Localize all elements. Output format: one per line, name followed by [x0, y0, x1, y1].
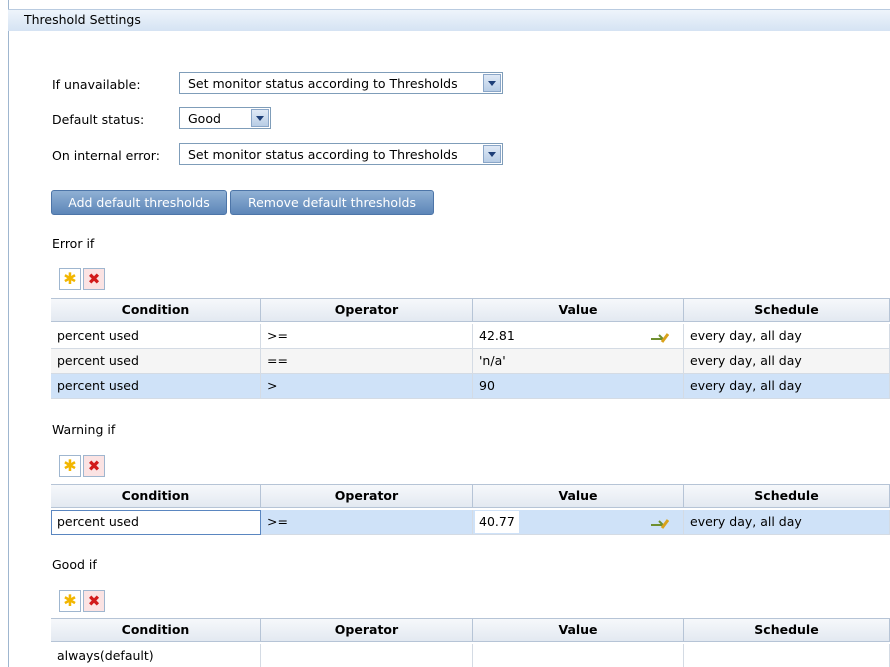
grid-header: Condition Operator Value Schedule	[51, 298, 890, 322]
dropdown-arrow-icon[interactable]	[483, 74, 501, 92]
schedule-cell[interactable]: every day, all day	[684, 374, 890, 399]
value-cell[interactable]: 'n/a'	[473, 349, 684, 374]
internal-error-label: On internal error:	[52, 148, 160, 163]
operator-cell[interactable]: >=	[261, 324, 473, 349]
table-row[interactable]: always(default)	[51, 644, 890, 667]
column-header-value[interactable]: Value	[473, 299, 684, 321]
warning-if-label: Warning if	[52, 422, 116, 437]
table-row[interactable]: percent used == 'n/a' every day, all day	[51, 349, 890, 374]
column-header-schedule[interactable]: Schedule	[684, 485, 890, 507]
close-icon: ✖	[87, 270, 101, 288]
column-header-condition[interactable]: Condition	[51, 485, 261, 507]
remove-default-thresholds-button[interactable]: Remove default thresholds	[230, 190, 434, 215]
close-icon: ✖	[87, 592, 101, 610]
column-header-value[interactable]: Value	[473, 485, 684, 507]
condition-cell[interactable]: always(default)	[51, 644, 261, 667]
good-if-label: Good if	[52, 557, 97, 572]
asterisk-icon: ✱	[63, 591, 77, 610]
table-row-selected[interactable]: percent used >= 40.77 every day, all day	[51, 510, 890, 535]
column-header-operator[interactable]: Operator	[261, 299, 473, 321]
condition-cell[interactable]: percent used	[51, 374, 261, 399]
panel-title: Threshold Settings	[24, 12, 141, 27]
new-row-button[interactable]: ✱	[59, 268, 81, 290]
new-row-button[interactable]: ✱	[59, 455, 81, 477]
default-status-label: Default status:	[52, 112, 145, 127]
value-cell[interactable]: 40.77	[473, 510, 684, 535]
dropdown-arrow-icon[interactable]	[483, 145, 501, 163]
condition-cell[interactable]: percent used	[51, 510, 261, 535]
table-row[interactable]: percent used >= 42.81 every day, all day	[51, 324, 890, 349]
value-cell[interactable]: 90	[473, 374, 684, 399]
operator-cell[interactable]: ==	[261, 349, 473, 374]
add-default-thresholds-button[interactable]: Add default thresholds	[51, 190, 227, 215]
if-unavailable-select[interactable]: Set monitor status according to Threshol…	[179, 72, 503, 94]
value-cell[interactable]	[473, 644, 684, 667]
asterisk-icon: ✱	[63, 456, 77, 475]
new-row-button[interactable]: ✱	[59, 590, 81, 612]
asterisk-icon: ✱	[63, 269, 77, 288]
value-text: 42.81	[479, 328, 515, 343]
internal-error-select[interactable]: Set monitor status according to Threshol…	[179, 143, 503, 165]
operator-cell[interactable]: >	[261, 374, 473, 399]
error-if-label: Error if	[52, 236, 95, 251]
schedule-cell[interactable]: every day, all day	[684, 324, 890, 349]
delete-row-button[interactable]: ✖	[83, 455, 105, 477]
dropdown-arrow-icon[interactable]	[251, 109, 269, 127]
close-icon: ✖	[87, 457, 101, 475]
column-header-value[interactable]: Value	[473, 619, 684, 641]
operator-cell[interactable]: >=	[261, 510, 473, 535]
default-status-value: Good	[188, 111, 221, 126]
column-header-condition[interactable]: Condition	[51, 619, 261, 641]
if-unavailable-value: Set monitor status according to Threshol…	[188, 76, 458, 91]
column-header-condition[interactable]: Condition	[51, 299, 261, 321]
value-text: 40.77	[475, 511, 519, 533]
grid-header: Condition Operator Value Schedule	[51, 484, 890, 508]
grid-header: Condition Operator Value Schedule	[51, 618, 890, 642]
schedule-cell[interactable]: every day, all day	[684, 349, 890, 374]
condition-cell[interactable]: percent used	[51, 349, 261, 374]
column-header-operator[interactable]: Operator	[261, 619, 473, 641]
schedule-cell[interactable]: every day, all day	[684, 510, 890, 535]
schedule-cell[interactable]	[684, 644, 890, 667]
table-row-selected[interactable]: percent used > 90 every day, all day	[51, 374, 890, 399]
column-header-schedule[interactable]: Schedule	[684, 299, 890, 321]
column-header-operator[interactable]: Operator	[261, 485, 473, 507]
edit-pencil-icon[interactable]	[649, 329, 669, 343]
condition-cell[interactable]: percent used	[51, 324, 261, 349]
column-header-schedule[interactable]: Schedule	[684, 619, 890, 641]
if-unavailable-label: If unavailable:	[52, 77, 141, 92]
operator-cell[interactable]	[261, 644, 473, 667]
delete-row-button[interactable]: ✖	[83, 268, 105, 290]
edit-pencil-icon[interactable]	[649, 515, 669, 529]
internal-error-value: Set monitor status according to Threshol…	[188, 147, 458, 162]
value-cell[interactable]: 42.81	[473, 324, 684, 349]
default-status-select[interactable]: Good	[179, 107, 271, 129]
delete-row-button[interactable]: ✖	[83, 590, 105, 612]
